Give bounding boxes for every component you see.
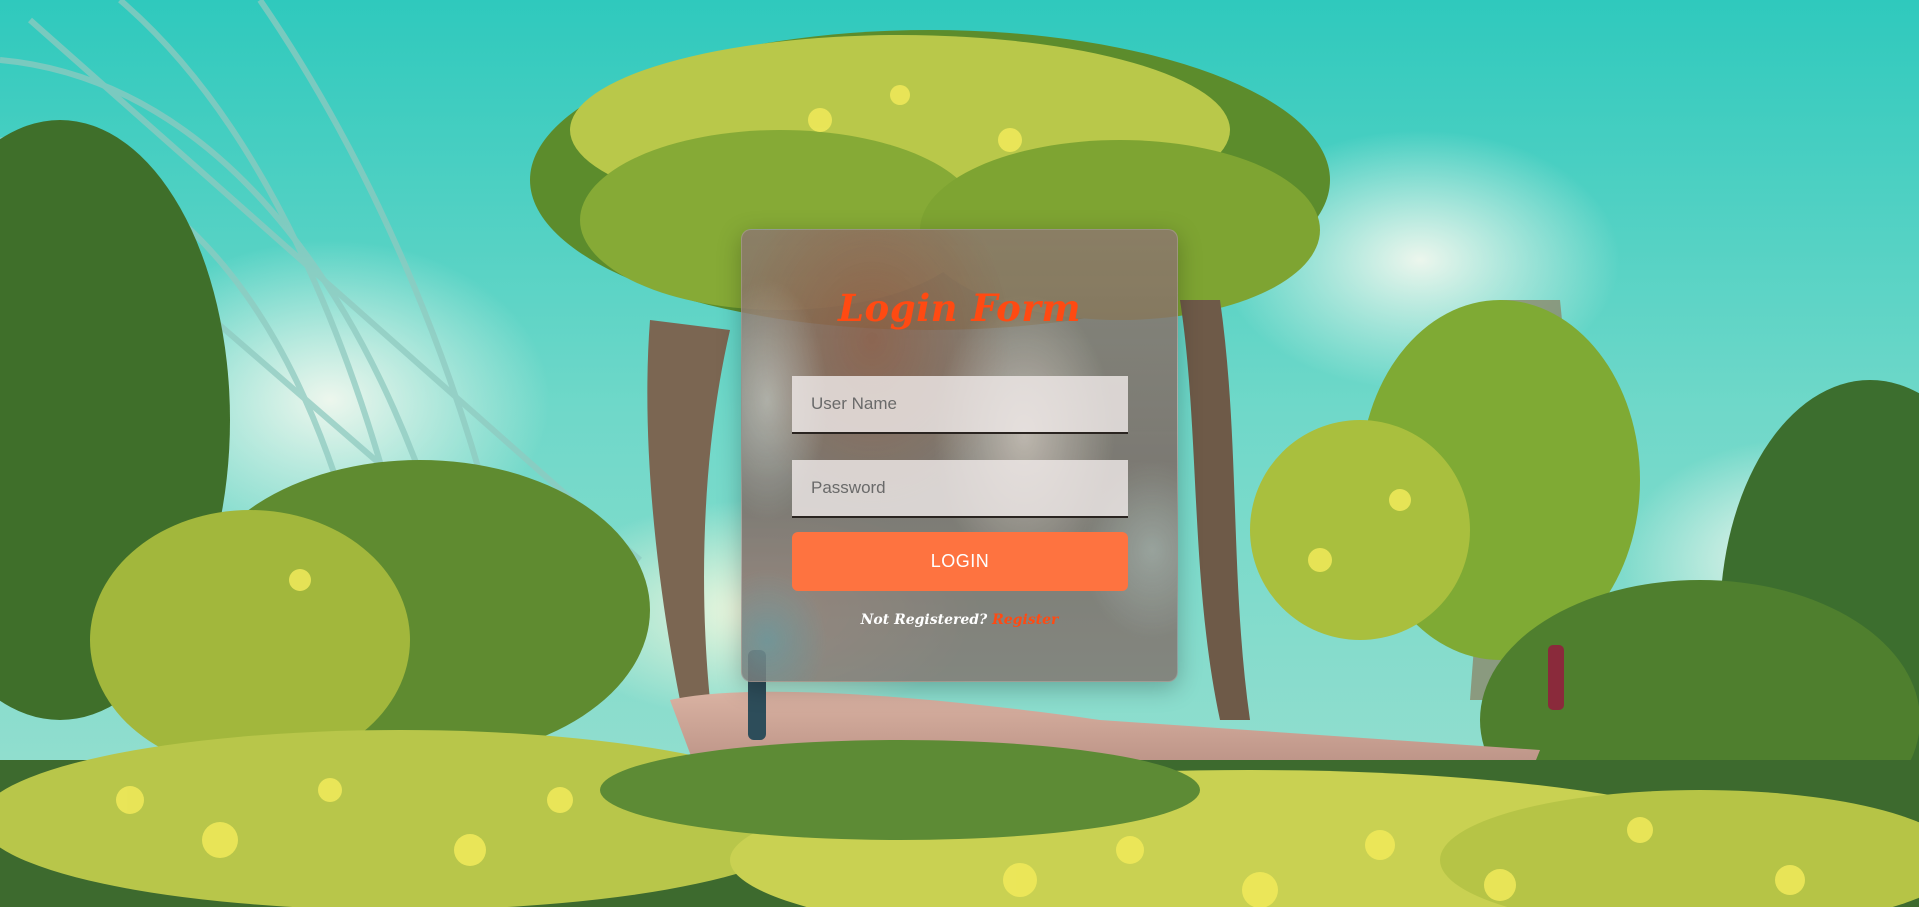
login-card: Login Form LOGIN Not Registered? Registe…	[741, 229, 1178, 682]
register-link[interactable]: Register	[992, 612, 1058, 628]
username-input[interactable]	[792, 376, 1128, 434]
login-form-title: Login Form	[838, 286, 1081, 330]
password-input[interactable]	[792, 460, 1128, 518]
not-registered-text: Not Registered?	[860, 612, 988, 628]
login-button[interactable]: LOGIN	[792, 532, 1128, 591]
register-prompt: Not Registered? Register	[742, 612, 1177, 628]
